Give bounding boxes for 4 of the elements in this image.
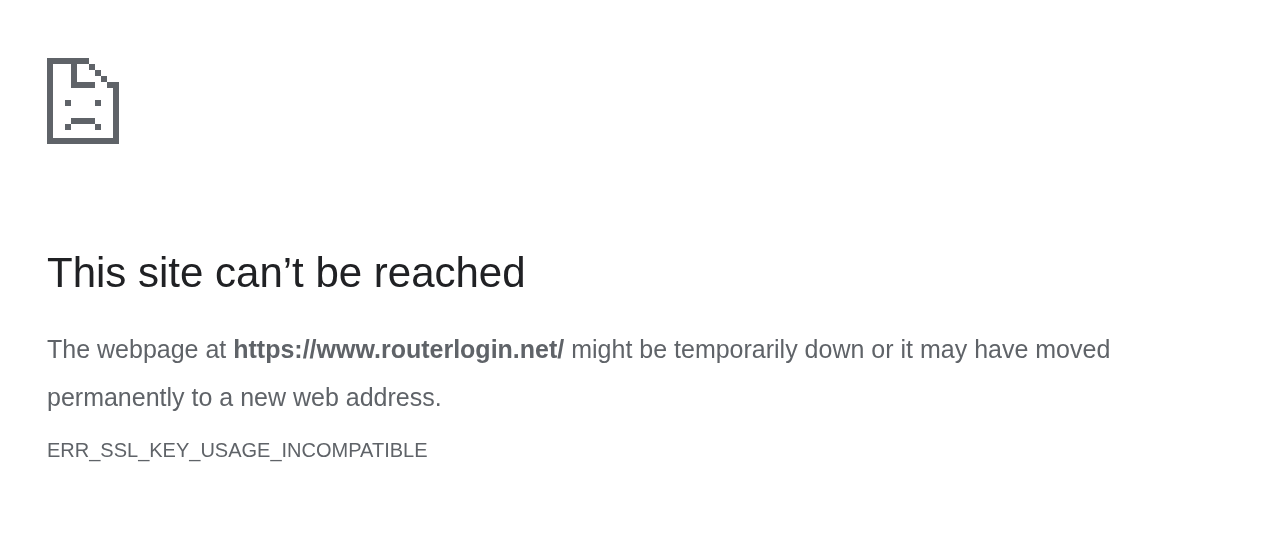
error-message: The webpage at https://www.routerlogin.net/ might be temporarily down or it may have moved permanently to a new web address. [47,334,1112,413]
sad-page-icon [47,58,119,144]
error-code: ERR_SSL_KEY_USAGE_INCOMPATIBLE [47,439,428,462]
page-heading: This site can’t be reached [47,248,526,298]
